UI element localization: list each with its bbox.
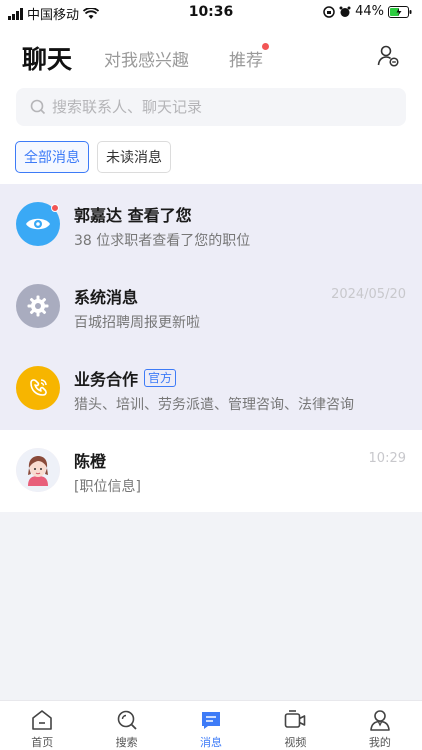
filter-unread-messages[interactable]: 未读消息 (97, 141, 171, 173)
battery-icon (388, 5, 412, 18)
tabbar-messages[interactable]: 消息 (169, 701, 253, 750)
conversation-preview: 百城招聘周报更新啦 (74, 315, 200, 331)
conversation-preview: [职位信息] (74, 479, 141, 495)
search-section (0, 87, 422, 139)
filter-all-messages[interactable]: 全部消息 (15, 141, 89, 173)
status-bar: 中国移动 10:36 44% (0, 0, 422, 24)
conversation-name: 陈橙 (74, 452, 107, 471)
tab-chat[interactable]: 聊天 (22, 40, 72, 76)
header: 聊天 对我感兴趣 推荐 (0, 24, 422, 87)
official-badge: 官方 (144, 369, 177, 387)
tabbar-video[interactable]: 视频 (253, 701, 337, 750)
conversation-name: 郭嘉达 查看了您 (74, 206, 192, 225)
conversation-row-system[interactable]: 系统消息 2024/05/20 百城招聘周报更新啦 (0, 266, 422, 348)
conversation-name: 业务合作 (74, 370, 139, 389)
tab-interested-in-me[interactable]: 对我感兴趣 (104, 46, 189, 71)
message-icon (202, 712, 221, 729)
status-right: 44% (323, 4, 412, 19)
gear-icon (16, 284, 60, 328)
search-icon (30, 99, 46, 115)
search-input[interactable] (52, 98, 372, 116)
user-avatar (16, 448, 60, 492)
search-icon (117, 710, 137, 730)
handshake-icon (16, 366, 60, 410)
tab-recommend[interactable]: 推荐 (229, 46, 263, 71)
conversation-row-person[interactable]: 陈橙 10:29 [职位信息] (0, 430, 422, 512)
filter-section: 全部消息 未读消息 (0, 139, 422, 184)
alarm-icon (339, 6, 351, 17)
conversation-list: 郭嘉达 查看了您 38 位求职者查看了您的职位 系统消息 2024/05/20 … (0, 184, 422, 512)
conversation-title: 陈橙 (74, 448, 106, 472)
tabbar-search[interactable]: 搜索 (84, 701, 168, 750)
contact-settings-icon[interactable] (376, 44, 400, 68)
profile-icon (370, 710, 390, 731)
tabbar-profile[interactable]: 我的 (338, 701, 422, 750)
conversation-time: 10:29 (368, 451, 406, 466)
conversation-title: 业务合作 官方 (74, 366, 177, 390)
conversation-title: 系统消息 (74, 284, 138, 308)
conversation-row-business[interactable]: 业务合作 官方 猎头、培训、劳务派遣、管理咨询、法律咨询 (0, 348, 422, 430)
home-icon (32, 710, 53, 730)
conversation-row-viewers[interactable]: 郭嘉达 查看了您 38 位求职者查看了您的职位 (0, 184, 422, 266)
tabbar-label: 首页 (31, 736, 54, 749)
tabbar-label: 我的 (368, 736, 391, 749)
tabbar-label: 视频 (284, 736, 307, 749)
rotation-lock-icon (323, 5, 335, 18)
recommend-notification-dot (262, 43, 269, 50)
bottom-tab-bar: 首页 搜索 消息 视频 我的 (0, 700, 422, 750)
tabbar-label: 搜索 (115, 736, 138, 749)
conversation-title: 郭嘉达 查看了您 (74, 202, 192, 226)
battery-label: 44% (355, 4, 384, 19)
conversation-name: 系统消息 (74, 288, 139, 307)
video-icon (285, 710, 306, 728)
tabbar-home[interactable]: 首页 (0, 701, 84, 750)
search-bar[interactable] (16, 88, 406, 126)
tabbar-label: 消息 (200, 736, 223, 749)
conversation-preview: 猎头、培训、劳务派遣、管理咨询、法律咨询 (74, 397, 354, 413)
conversation-preview: 38 位求职者查看了您的职位 (74, 233, 251, 249)
unread-dot (51, 204, 59, 212)
conversation-time: 2024/05/20 (331, 287, 406, 302)
